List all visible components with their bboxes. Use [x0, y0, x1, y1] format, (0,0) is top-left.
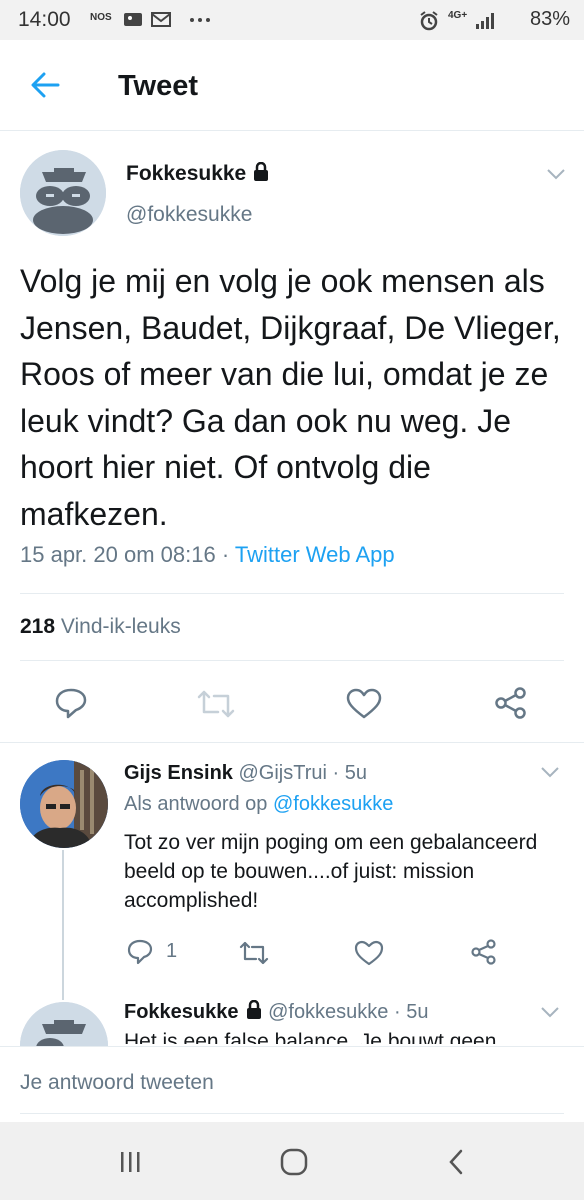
status-carrier: NOS — [90, 12, 112, 23]
retweet-icon[interactable] — [196, 688, 236, 720]
in-reply-prefix: Als antwoord op — [124, 793, 273, 815]
share-icon[interactable] — [494, 686, 528, 720]
reply-author-handle[interactable]: @fokkesukke — [268, 1001, 388, 1023]
status-bar: 14:00 NOS 4G+ 83% — [0, 0, 584, 40]
back-arrow-icon[interactable] — [30, 72, 60, 98]
tweet-text: Volg je mij en volg je ook mensen als Je… — [20, 263, 561, 532]
likes-count-row[interactable]: 218 Vind-ik-leuks — [20, 615, 181, 639]
meta-separator: · — [215, 542, 235, 567]
recent-apps-icon[interactable] — [118, 1150, 144, 1174]
in-reply-handle[interactable]: @fokkesukke — [273, 793, 393, 815]
likes-label: Vind-ik-leuks — [55, 615, 181, 638]
back-icon[interactable] — [446, 1148, 466, 1176]
signal-icon — [476, 13, 494, 29]
chevron-down-icon[interactable] — [540, 1006, 560, 1018]
retweet-icon[interactable] — [238, 940, 270, 966]
reply-author-handle[interactable]: @GijsTrui — [239, 762, 327, 784]
reply-author-row[interactable]: Gijs Ensink @GijsTrui · 5u — [124, 762, 367, 785]
gallery-icon — [124, 13, 142, 26]
reply-author-name[interactable]: Gijs Ensink — [124, 762, 233, 784]
avatar-image — [20, 150, 106, 236]
home-icon[interactable] — [278, 1146, 310, 1178]
share-icon[interactable] — [470, 938, 498, 966]
mail-icon — [151, 12, 171, 27]
avatar[interactable] — [20, 150, 106, 236]
reply-icon[interactable] — [54, 686, 88, 720]
chevron-down-icon[interactable] — [540, 766, 560, 778]
chevron-down-icon[interactable] — [546, 168, 566, 180]
author-name-row[interactable]: Fokkesukke — [126, 162, 270, 186]
tweet-source[interactable]: Twitter Web App — [235, 542, 395, 567]
battery-level: 83% — [529, 8, 570, 30]
lock-icon — [254, 162, 269, 181]
reply-author-row[interactable]: Fokkesukke @fokkesukke · 5u — [124, 1000, 428, 1024]
reply-time: · 5u — [326, 762, 367, 784]
network-type: 4G+ — [448, 10, 468, 21]
thread-line — [62, 850, 64, 1000]
author-name[interactable]: Fokkesukke — [126, 162, 246, 185]
app-header: Tweet — [0, 40, 584, 131]
like-icon[interactable] — [354, 940, 384, 966]
reply-input[interactable]: Je antwoord tweeten — [20, 1071, 214, 1095]
divider — [0, 742, 584, 743]
system-nav-bar — [0, 1122, 584, 1200]
author-handle[interactable]: @fokkesukke — [126, 203, 252, 227]
reply-author-name[interactable]: Fokkesukke — [124, 1001, 239, 1023]
reply-text: Het is een false balance. Je bouwt geen — [124, 1030, 497, 1044]
reply-composer: Je antwoord tweeten — [0, 1046, 584, 1123]
tweet-meta: 15 apr. 20 om 08:16 · Twitter Web App — [20, 542, 395, 568]
reply-avatar[interactable] — [20, 760, 108, 848]
lock-icon — [246, 1000, 261, 1019]
tweet-date: 15 apr. 20 om 08:16 — [20, 542, 216, 567]
composer-underline — [20, 1113, 564, 1114]
divider — [20, 593, 564, 594]
reply-avatar-image — [20, 760, 108, 848]
in-reply-to: Als antwoord op @fokkesukke — [124, 793, 393, 816]
page-title: Tweet — [118, 70, 199, 102]
divider — [20, 660, 564, 661]
likes-count: 218 — [20, 615, 56, 638]
reply-icon[interactable] — [126, 938, 154, 966]
more-icon — [190, 18, 210, 22]
alarm-icon — [420, 11, 438, 31]
status-time: 14:00 — [18, 8, 71, 31]
reply-time: · 5u — [388, 1001, 429, 1023]
reply-count: 1 — [166, 940, 178, 962]
reply-text: Tot zo ver mijn poging om een gebalancee… — [124, 831, 538, 912]
like-icon[interactable] — [346, 688, 382, 720]
